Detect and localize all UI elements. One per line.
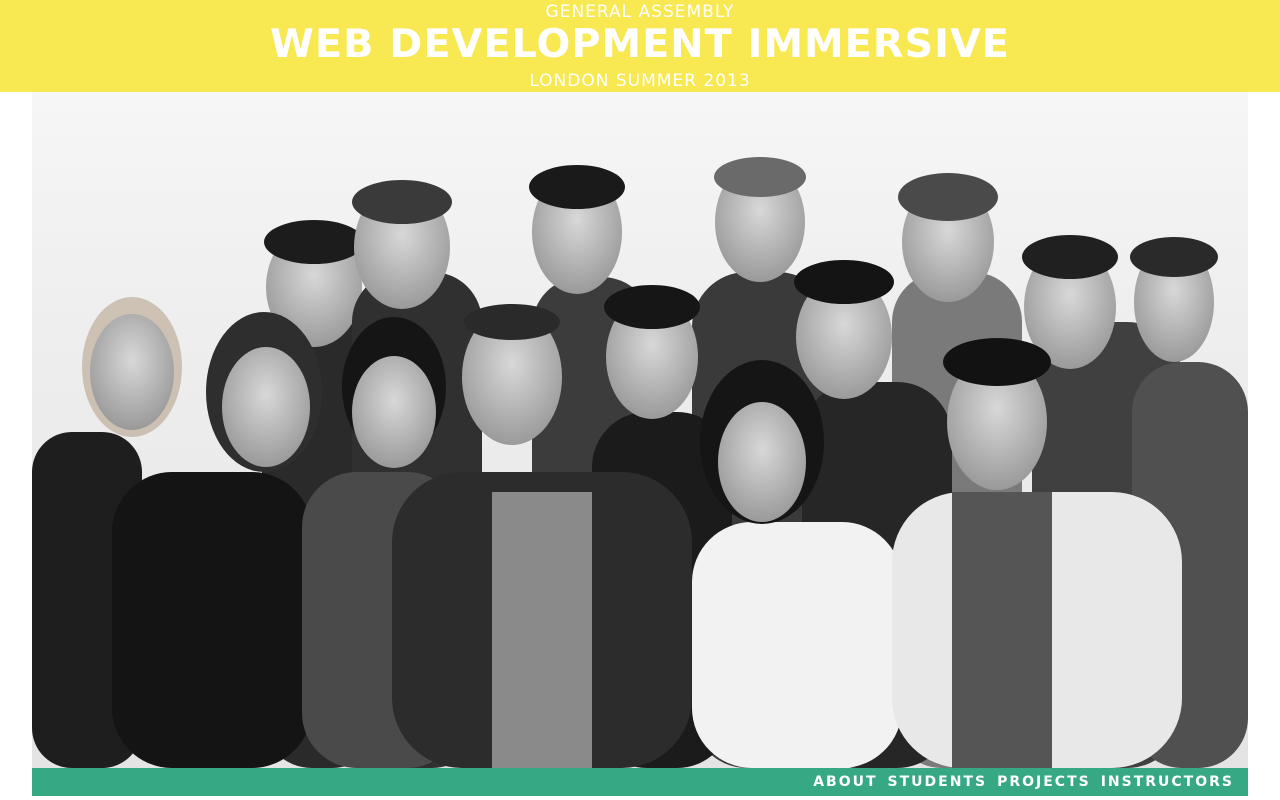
group-photo: [32, 92, 1248, 768]
header-kicker: GENERAL ASSEMBLY: [545, 2, 735, 22]
nav-link-projects[interactable]: PROJECTS: [997, 768, 1091, 796]
group-photo-icon: [32, 157, 1248, 768]
page-title: WEB DEVELOPMENT IMMERSIVE: [269, 22, 1011, 67]
nav-link-instructors[interactable]: INSTRUCTORS: [1101, 768, 1234, 796]
header-subtitle: LONDON SUMMER 2013: [529, 71, 751, 91]
nav-link-students[interactable]: STUDENTS: [888, 768, 988, 796]
main-nav: ABOUT STUDENTS PROJECTS INSTRUCTORS: [813, 768, 1234, 796]
footer-nav-bar: ABOUT STUDENTS PROJECTS INSTRUCTORS: [32, 768, 1248, 796]
site-header: GENERAL ASSEMBLY WEB DEVELOPMENT IMMERSI…: [0, 0, 1280, 92]
nav-link-about[interactable]: ABOUT: [813, 768, 877, 796]
